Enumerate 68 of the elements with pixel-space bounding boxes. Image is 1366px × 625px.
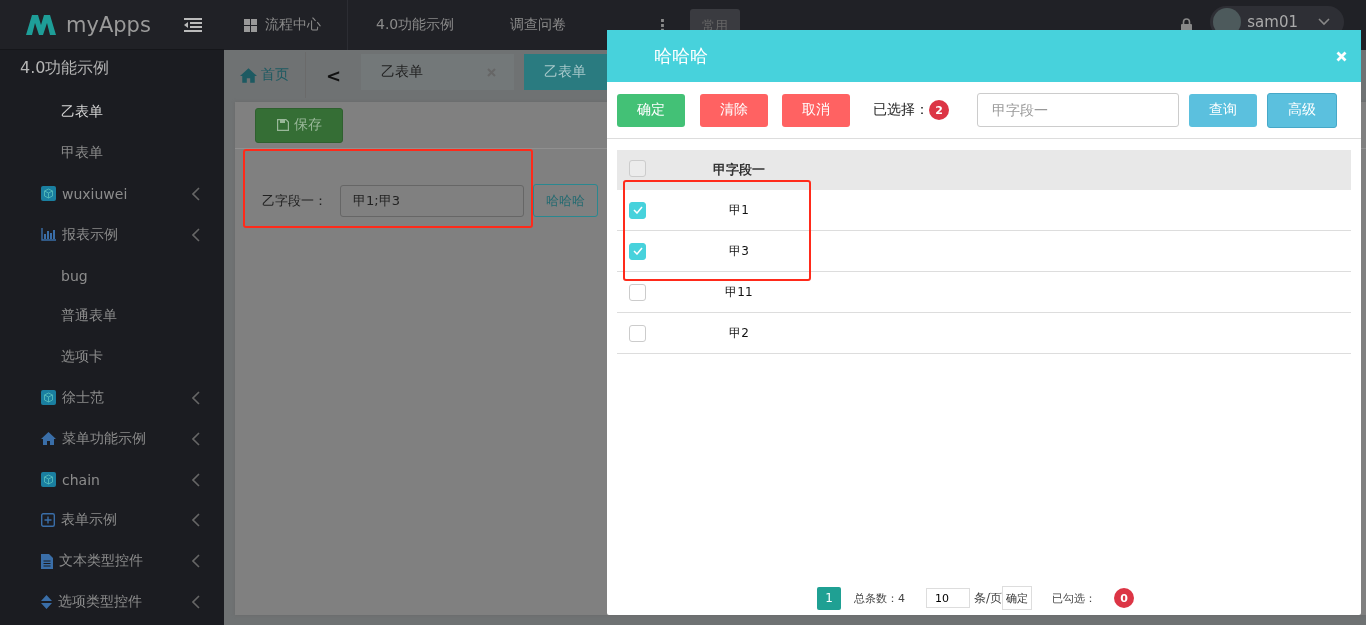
- checkbox[interactable]: [629, 201, 646, 219]
- total-count: 总条数：4: [854, 590, 905, 606]
- table-cell-text: 甲2: [728, 324, 750, 342]
- brand-name: myApps: [66, 12, 151, 37]
- selected-label: 已选择：: [873, 101, 929, 119]
- check-icon: [632, 247, 643, 255]
- sidebar-item[interactable]: wuxiuwei: [0, 173, 224, 215]
- cube-icon: [41, 390, 56, 406]
- home-icon: [240, 67, 257, 83]
- page-button[interactable]: 1: [817, 586, 841, 610]
- sidebar-item[interactable]: 菜单功能示例: [0, 418, 224, 460]
- sidebar-item[interactable]: 表单示例: [0, 499, 224, 541]
- checkbox[interactable]: [629, 283, 646, 301]
- column-header: 甲字段一: [712, 161, 766, 179]
- sidebar-item[interactable]: 甲表单: [0, 132, 224, 174]
- nav-item[interactable]: 4.0功能示例: [348, 0, 483, 50]
- page-size-field[interactable]: 10: [926, 588, 970, 608]
- chevron-left-icon: [192, 431, 200, 446]
- chevron-left-icon: [192, 472, 200, 487]
- chevron-left-icon: [192, 513, 200, 528]
- chevron-left-icon: [192, 594, 200, 609]
- checkbox[interactable]: [629, 242, 646, 260]
- logo-icon: [24, 12, 58, 37]
- text-field[interactable]: 甲1;甲3: [340, 184, 524, 217]
- action-button[interactable]: 清除: [700, 93, 768, 127]
- table-cell-text: 甲1: [728, 201, 750, 219]
- sidebar-item[interactable]: 徐士范: [0, 377, 224, 419]
- sidebar-item[interactable]: bug: [0, 255, 224, 296]
- checkbox[interactable]: [629, 160, 646, 177]
- checked-label: 已勾选：: [1052, 590, 1097, 606]
- cube-icon: [41, 186, 56, 202]
- grid-icon: [244, 18, 257, 32]
- dialog-title: 哈哈哈: [654, 44, 709, 68]
- document-icon: [41, 553, 53, 569]
- table-cell-text: 甲3: [728, 242, 750, 260]
- home-icon: [41, 432, 56, 446]
- sort-icon: [41, 594, 52, 609]
- sidebar-item[interactable]: 乙表单: [0, 92, 224, 133]
- count-badge: 2: [929, 100, 949, 120]
- check-icon: [632, 206, 643, 214]
- action-button[interactable]: 取消: [782, 93, 850, 127]
- go-button[interactable]: 确定: [1002, 586, 1033, 610]
- scroll-left-button[interactable]: <: [306, 52, 362, 98]
- count-badge: 0: [1114, 588, 1135, 608]
- sidebar-item[interactable]: 普通表单: [0, 296, 224, 337]
- menu-icon[interactable]: [184, 17, 202, 32]
- checkbox[interactable]: [629, 324, 646, 342]
- sidebar-item[interactable]: 报表示例: [0, 214, 224, 256]
- chevron-left-icon: [192, 554, 200, 569]
- cube-icon: [41, 472, 56, 488]
- chevron-left-icon: [192, 227, 200, 242]
- sidebar-item[interactable]: 文本类型控件: [0, 540, 224, 582]
- chevron-left-icon: [192, 187, 200, 201]
- floppy-icon: [276, 119, 289, 131]
- sidebar-item[interactable]: 选项卡: [0, 336, 224, 378]
- sidebar-item[interactable]: chain: [0, 459, 224, 500]
- bar-chart-icon: [41, 228, 56, 242]
- table-cell-text: 甲11: [724, 283, 754, 301]
- plus-square-icon: [41, 513, 55, 528]
- save-button[interactable]: 保存: [255, 107, 343, 143]
- chevron-left-icon: [192, 390, 200, 405]
- sidebar-title: 4.0功能示例: [19, 58, 111, 79]
- chevron-down-icon: [1318, 18, 1330, 26]
- page-tab[interactable]: 乙表单: [361, 54, 515, 90]
- per-page-label: 条/页: [974, 589, 1003, 607]
- search-field[interactable]: 甲字段一: [977, 93, 1179, 127]
- sidebar-item[interactable]: 选项类型控件: [0, 581, 224, 623]
- nav-item[interactable]: 调查问卷: [482, 0, 595, 50]
